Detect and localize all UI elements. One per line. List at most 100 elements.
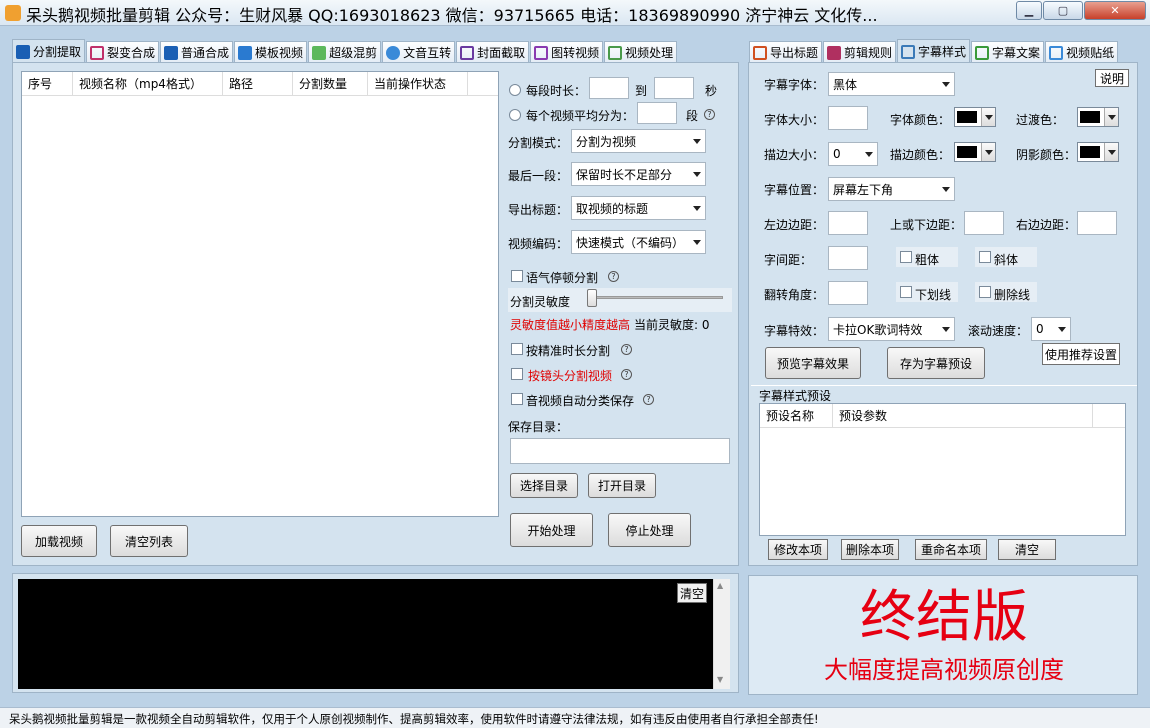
save-preset-button[interactable]: 存为字幕预设 <box>887 347 985 379</box>
promo-panel: 终结版 大幅度提高视频原创度 <box>748 575 1138 695</box>
help-icon[interactable]: ? <box>621 369 632 380</box>
tab-template-video[interactable]: 模板视频 <box>234 41 308 63</box>
transition-color-picker[interactable] <box>1077 107 1119 127</box>
export-icon <box>753 45 767 60</box>
pause-split-checkbox[interactable] <box>511 270 523 282</box>
chevron-down-icon <box>693 206 701 211</box>
recommend-settings-button[interactable]: 使用推荐设置 <box>1042 343 1120 365</box>
help-icon[interactable]: ? <box>608 271 619 282</box>
font-color-picker[interactable] <box>954 107 996 127</box>
left-margin-label: 左边边距： <box>764 218 825 232</box>
open-dir-button[interactable]: 打开目录 <box>588 473 656 498</box>
italic-checkbox[interactable] <box>979 251 991 263</box>
position-select[interactable]: 屏幕左下角 <box>828 177 955 201</box>
save-dir-label: 保存目录： <box>508 420 569 434</box>
clear-list-button[interactable]: 清空列表 <box>110 525 188 557</box>
load-video-button[interactable]: 加载视频 <box>21 525 97 557</box>
last-segment-label: 最后一段： <box>508 169 569 183</box>
bold-label: 粗体 <box>915 253 940 267</box>
explain-button[interactable]: 说明 <box>1095 69 1129 87</box>
tab-cover-capture[interactable]: 封面截取 <box>456 41 530 63</box>
close-button[interactable]: ✕ <box>1084 1 1146 20</box>
scroll-down-icon[interactable]: ▼ <box>717 675 723 684</box>
each-length-radio[interactable] <box>509 84 521 96</box>
clear-presets-button[interactable]: 清空 <box>998 539 1056 560</box>
tab-export-title[interactable]: 导出标题 <box>749 41 823 63</box>
promo-title: 终结版 <box>860 585 1028 650</box>
font-select[interactable]: 黑体 <box>828 72 955 96</box>
chevron-down-icon <box>865 152 873 157</box>
help-icon[interactable]: ? <box>621 344 632 355</box>
average-split-radio[interactable] <box>509 109 521 121</box>
bold-checkbox[interactable] <box>900 251 912 263</box>
font-size-input[interactable] <box>828 106 868 130</box>
tab-normal-merge[interactable]: 普通合成 <box>160 41 234 63</box>
template-icon <box>238 45 253 60</box>
shadow-color-picker[interactable] <box>1077 142 1119 162</box>
preview-subtitle-button[interactable]: 预览字幕效果 <box>765 347 861 379</box>
clear-log-button[interactable]: 清空 <box>677 583 707 603</box>
sensitivity-slider[interactable] <box>587 289 597 307</box>
split-mode-select[interactable]: 分割为视频 <box>571 129 706 153</box>
tb-margin-input[interactable] <box>964 211 1004 235</box>
help-icon[interactable]: ? <box>643 394 654 405</box>
tab-text-audio[interactable]: 文音互转 <box>382 41 456 63</box>
choose-dir-button[interactable]: 选择目录 <box>510 473 578 498</box>
maximize-button[interactable]: ▢ <box>1043 1 1083 20</box>
stop-process-button[interactable]: 停止处理 <box>608 513 691 547</box>
start-process-button[interactable]: 开始处理 <box>510 513 593 547</box>
stroke-size-select[interactable]: 0 <box>828 142 878 166</box>
delete-preset-button[interactable]: 删除本项 <box>841 539 899 560</box>
save-dir-input[interactable] <box>510 438 730 464</box>
stroke-color-label: 描边颜色： <box>890 148 951 162</box>
each-length-to-input[interactable] <box>654 77 694 99</box>
tab-super-mix[interactable]: 超级混剪 <box>308 41 382 63</box>
tab-edit-rules[interactable]: 剪辑规则 <box>823 41 897 63</box>
video-codec-label: 视频编码： <box>508 237 569 251</box>
rotate-input[interactable] <box>828 281 868 305</box>
auto-category-checkbox[interactable] <box>511 393 523 405</box>
strike-checkbox[interactable] <box>979 286 991 298</box>
slideshow-icon <box>534 45 549 60</box>
chevron-down-icon <box>1058 327 1066 332</box>
right-margin-input[interactable] <box>1077 211 1117 235</box>
spacing-input[interactable] <box>828 246 868 270</box>
minimize-button[interactable]: ▁ <box>1016 1 1042 20</box>
segment-count-input[interactable] <box>637 102 677 124</box>
tab-image-to-video[interactable]: 图转视频 <box>530 41 604 63</box>
stroke-color-picker[interactable] <box>954 142 996 162</box>
modify-preset-button[interactable]: 修改本项 <box>768 539 828 560</box>
rename-preset-button[interactable]: 重命名本项 <box>915 539 987 560</box>
tab-video-sticker[interactable]: 视频贴纸 <box>1045 41 1119 63</box>
log-scrollbar[interactable] <box>713 579 730 689</box>
help-icon[interactable]: ? <box>704 109 715 120</box>
chevron-down-icon <box>693 172 701 177</box>
effect-select[interactable]: 卡拉OK歌词特效 <box>828 317 955 341</box>
precise-length-checkbox[interactable] <box>511 343 523 355</box>
underline-checkbox[interactable] <box>900 286 912 298</box>
italic-label: 斜体 <box>994 253 1019 267</box>
microphone-icon <box>386 45 401 60</box>
left-margin-input[interactable] <box>828 211 868 235</box>
each-length-from-input[interactable] <box>589 77 629 99</box>
tab-split-extract[interactable]: 分割提取 <box>12 39 86 63</box>
title-bar: 呆头鹅视频批量剪辑 公众号：生财风暴 QQ:1693018623 微信：9371… <box>0 0 1150 26</box>
last-segment-select[interactable]: 保留时长不足部分 <box>571 162 706 186</box>
to-label: 到 <box>635 84 648 98</box>
export-title-label: 导出标题： <box>508 203 569 217</box>
tab-subtitle-style[interactable]: 字幕样式 <box>897 39 971 63</box>
export-title-select[interactable]: 取视频的标题 <box>571 196 706 220</box>
tab-video-process[interactable]: 视频处理 <box>604 41 678 63</box>
right-margin-label: 右边边距： <box>1016 218 1077 232</box>
col-preset-params: 预设参数 <box>833 404 1093 427</box>
scroll-speed-select[interactable]: 0 <box>1031 317 1071 341</box>
strike-label: 删除线 <box>994 288 1031 302</box>
segment-label: 段 <box>686 109 699 123</box>
tb-margin-label: 上或下边距： <box>890 218 963 232</box>
scroll-up-icon[interactable]: ▲ <box>717 581 723 590</box>
tab-subtitle-copy[interactable]: 字幕文案 <box>971 41 1045 63</box>
shot-split-checkbox[interactable] <box>511 368 523 380</box>
video-codec-select[interactable]: 快速模式（不编码） <box>571 230 706 254</box>
fission-icon <box>90 45 105 60</box>
tab-fission-merge[interactable]: 裂变合成 <box>86 41 160 63</box>
